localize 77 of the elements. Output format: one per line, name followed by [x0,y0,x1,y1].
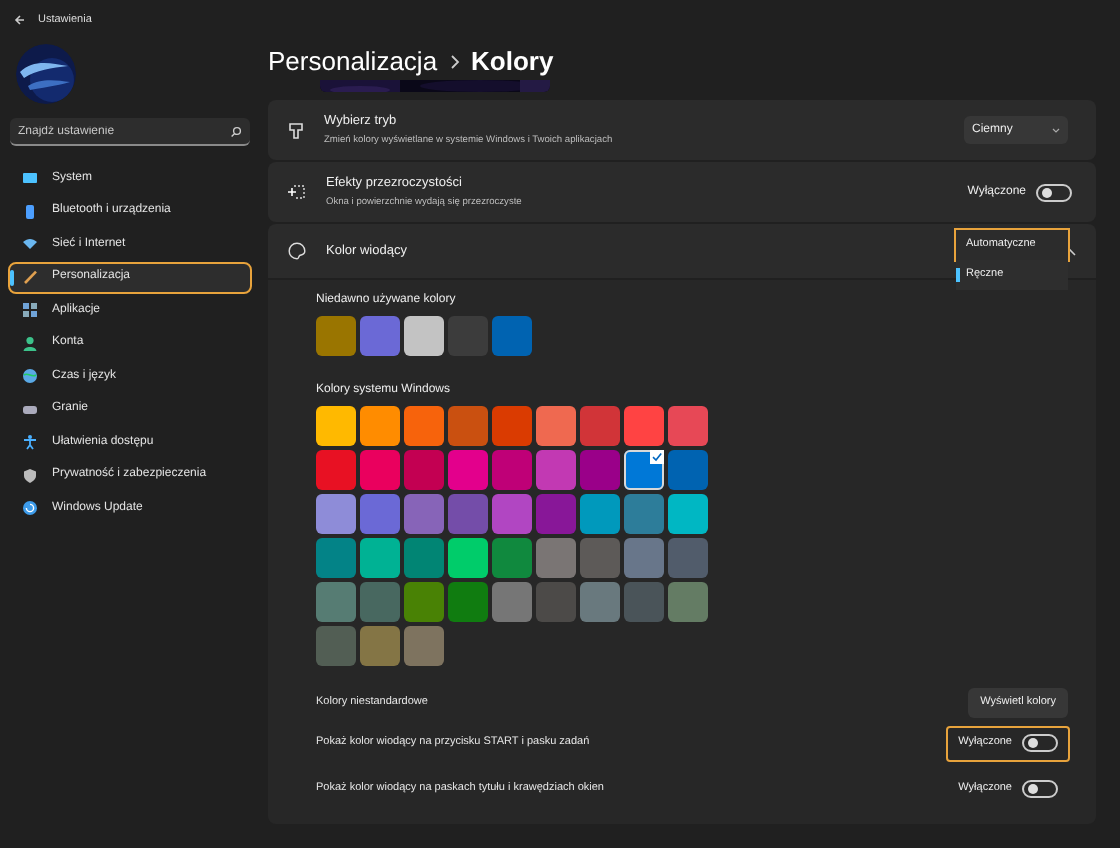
color-swatch[interactable] [492,316,532,356]
color-swatch[interactable] [404,406,444,446]
color-swatch[interactable] [448,538,488,578]
color-swatch[interactable] [316,538,356,578]
color-swatch[interactable] [624,450,664,490]
color-swatch[interactable] [360,538,400,578]
color-swatch[interactable] [448,450,488,490]
color-swatch[interactable] [316,450,356,490]
color-swatch[interactable] [492,538,532,578]
color-swatch[interactable] [536,582,576,622]
color-swatch[interactable] [668,406,708,446]
search-icon[interactable] [230,125,242,137]
color-swatch[interactable] [360,316,400,356]
person-icon [22,335,38,351]
color-swatch[interactable] [360,494,400,534]
color-swatch[interactable] [580,538,620,578]
palette-icon [288,242,306,260]
color-swatch[interactable] [360,406,400,446]
color-swatch[interactable] [404,316,444,356]
accessibility-icon [22,434,38,450]
color-swatch[interactable] [624,494,664,534]
color-swatch[interactable] [580,406,620,446]
back-icon[interactable] [14,14,26,26]
checkmark-icon [650,450,664,464]
color-swatch[interactable] [404,626,444,666]
brush-icon [22,269,38,285]
chevron-down-icon [1052,127,1060,133]
breadcrumb-parent[interactable]: Personalizacja [268,42,438,82]
selection-indicator [10,269,14,285]
color-swatch[interactable] [404,582,444,622]
shield-icon [22,467,38,483]
color-swatch[interactable] [404,494,444,534]
chevron-right-icon [449,54,460,70]
color-swatch[interactable] [580,494,620,534]
color-swatch[interactable] [360,582,400,622]
color-swatch[interactable] [316,626,356,666]
monitor-icon [22,170,38,186]
bluetooth-icon [22,203,38,219]
color-swatch[interactable] [404,538,444,578]
selection-indicator [956,268,959,282]
color-swatch[interactable] [536,538,576,578]
wifi-icon [22,236,38,252]
color-swatch[interactable] [536,494,576,534]
color-swatch[interactable] [492,406,532,446]
color-swatch[interactable] [536,406,576,446]
color-swatch[interactable] [448,582,488,622]
color-swatch[interactable] [448,406,488,446]
color-swatch[interactable] [360,450,400,490]
toggle-switch[interactable] [1022,734,1058,752]
color-swatch[interactable] [492,494,532,534]
color-swatch[interactable] [668,450,708,490]
color-swatch[interactable] [668,494,708,534]
color-swatch[interactable] [492,450,532,490]
color-swatch[interactable] [580,582,620,622]
color-swatch[interactable] [624,582,664,622]
color-swatch[interactable] [360,626,400,666]
color-swatch[interactable] [624,538,664,578]
color-swatch[interactable] [316,494,356,534]
color-swatch[interactable] [404,450,444,490]
color-swatch[interactable] [316,582,356,622]
apps-icon [22,302,38,318]
globe-icon [22,368,38,384]
toggle-switch[interactable] [1036,183,1072,201]
toggle-switch[interactable] [1022,780,1058,798]
color-swatch[interactable] [624,406,664,446]
update-icon [22,500,38,516]
color-swatch[interactable] [536,450,576,490]
color-swatch[interactable] [316,316,356,356]
color-swatch[interactable] [316,406,356,446]
color-swatch[interactable] [668,538,708,578]
gamepad-icon [22,401,38,417]
color-swatch[interactable] [492,582,532,622]
page-title: Kolory [471,44,554,81]
transparency-icon [288,184,306,200]
color-swatch[interactable] [668,582,708,622]
color-swatch[interactable] [580,450,620,490]
color-swatch[interactable] [448,494,488,534]
